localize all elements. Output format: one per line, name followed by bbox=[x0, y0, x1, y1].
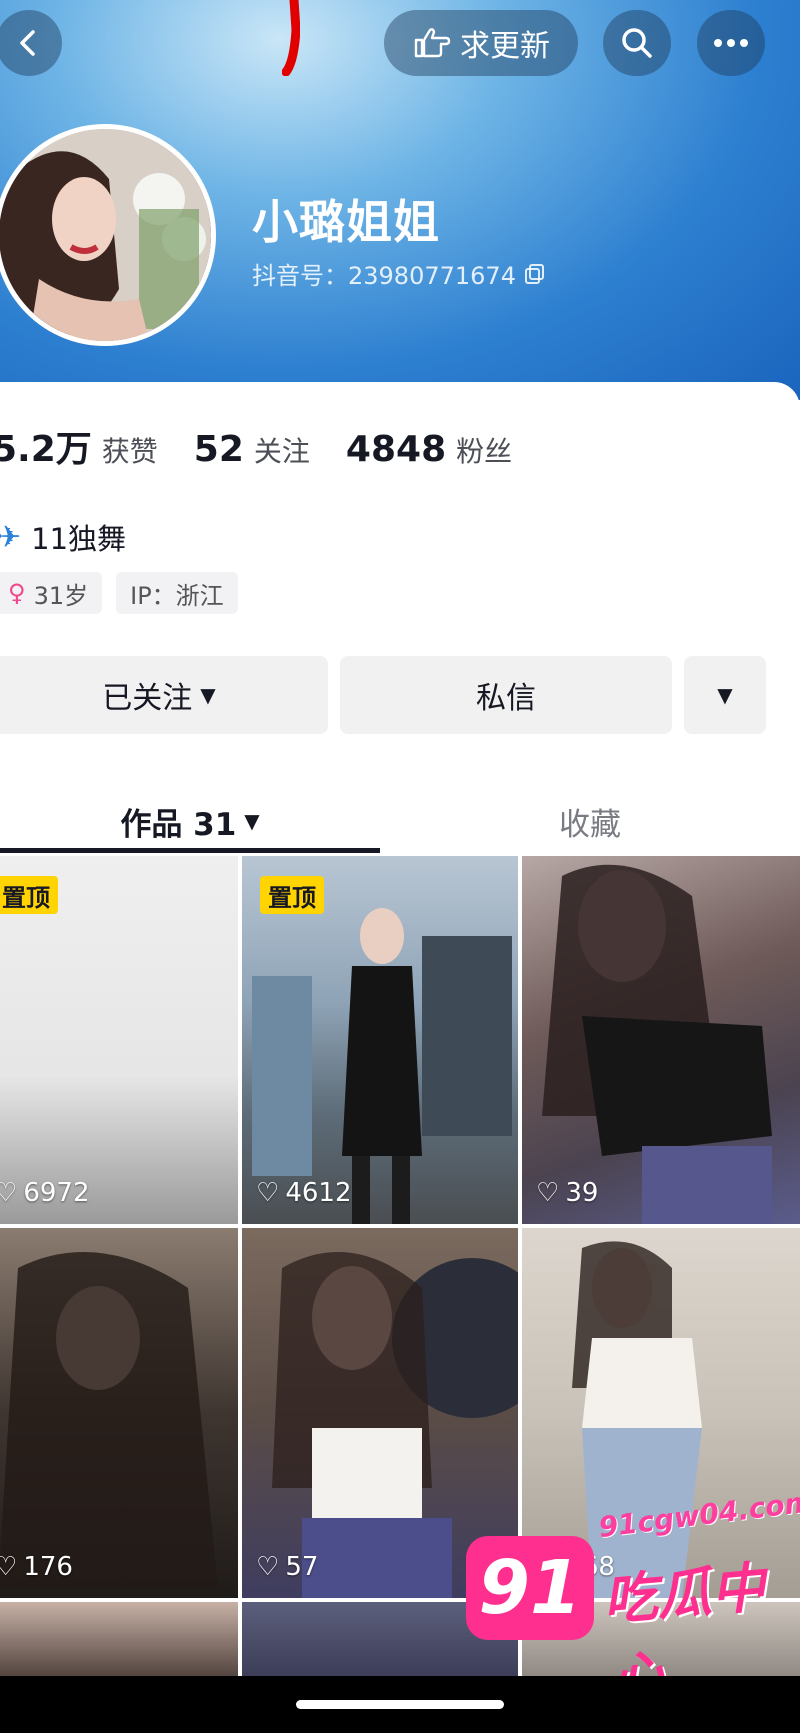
request-update-button[interactable]: 求更新 bbox=[384, 10, 578, 76]
tab-favorites-label: 收藏 bbox=[559, 806, 621, 843]
video-likes: ♡ 6972 bbox=[0, 1178, 89, 1208]
search-icon bbox=[622, 28, 652, 58]
caret-down-icon: ▼ bbox=[244, 809, 260, 833]
content-tabs: 作品 31 ▼ 收藏 bbox=[0, 786, 800, 856]
video-tile[interactable]: ♡ 176 bbox=[0, 1228, 238, 1598]
profile-screen: 求更新 小璐姐姐 抖音号：23980771674 5.2万 获赞 52 关注 4… bbox=[0, 0, 800, 1733]
heart-icon: ♡ bbox=[256, 1178, 280, 1208]
video-likes-count: 39 bbox=[565, 1178, 599, 1208]
heart-icon: ♡ bbox=[0, 1552, 18, 1582]
profile-header: 求更新 小璐姐姐 抖音号：23980771674 bbox=[0, 0, 800, 400]
ip-tag-text: IP：浙江 bbox=[130, 581, 224, 610]
caret-down-icon: ▼ bbox=[717, 683, 733, 707]
douyin-id: 抖音号：23980771674 bbox=[252, 256, 546, 291]
video-likes-count: 6972 bbox=[23, 1178, 90, 1208]
video-likes: ♡ 4612 bbox=[256, 1178, 351, 1208]
stat-followers[interactable]: 4848 粉丝 bbox=[346, 429, 512, 470]
followed-label: 已关注 bbox=[102, 681, 193, 716]
back-chevron-icon bbox=[20, 30, 35, 56]
video-tile[interactable]: ♡ 39 bbox=[522, 856, 800, 1224]
video-likes-count: 4612 bbox=[285, 1178, 352, 1208]
red-pen-mark bbox=[282, 0, 300, 76]
request-update-label: 求更新 bbox=[460, 29, 550, 64]
stat-following[interactable]: 52 关注 bbox=[194, 429, 310, 470]
pinned-badge: 置顶 bbox=[0, 876, 58, 914]
age-tag: ♀ 31岁 bbox=[0, 572, 103, 614]
stat-followers-label: 粉丝 bbox=[456, 435, 513, 468]
tab-works-label: 作品 31 bbox=[120, 806, 237, 843]
stat-followers-value: 4848 bbox=[345, 429, 447, 470]
video-thumbnail bbox=[0, 1252, 218, 1588]
ip-tag: IP：浙江 bbox=[116, 572, 238, 614]
message-button[interactable]: 私信 bbox=[340, 656, 672, 734]
tab-works[interactable]: 作品 31 ▼ bbox=[0, 786, 380, 856]
female-icon: ♀ bbox=[8, 579, 26, 607]
video-likes: ♡ 176 bbox=[0, 1552, 73, 1582]
douyin-id-text: 抖音号：23980771674 bbox=[252, 262, 516, 290]
back-button[interactable] bbox=[0, 10, 62, 76]
watermark-badge: 91 bbox=[466, 1536, 594, 1640]
age-tag-text: 31岁 bbox=[33, 581, 89, 610]
profile-tags: ♀ 31岁 IP：浙江 bbox=[0, 572, 252, 614]
stat-likes-value: 5.2万 bbox=[0, 429, 92, 470]
copy-icon[interactable] bbox=[524, 263, 546, 285]
airplane-icon: ✈ bbox=[0, 519, 22, 555]
watermark: 91cgw04.com 91 吃瓜中心 bbox=[466, 1485, 800, 1711]
video-likes: ♡ 57 bbox=[256, 1552, 318, 1582]
avatar-photo bbox=[0, 129, 211, 341]
search-button[interactable] bbox=[603, 10, 671, 76]
video-tile[interactable]: 置顶 ♡ 4612 bbox=[242, 856, 518, 1224]
heart-icon: ♡ bbox=[256, 1552, 280, 1582]
bio: ✈ 11独舞 bbox=[0, 516, 126, 558]
video-tile[interactable] bbox=[0, 1602, 238, 1682]
followed-button[interactable]: 已关注 ▼ bbox=[0, 656, 328, 734]
caret-down-icon: ▼ bbox=[200, 683, 216, 707]
video-thumbnail bbox=[542, 864, 772, 1224]
tab-favorites[interactable]: 收藏 bbox=[400, 786, 780, 856]
hand-point-icon bbox=[414, 28, 451, 58]
stat-following-value: 52 bbox=[193, 429, 244, 470]
home-indicator[interactable] bbox=[296, 1700, 504, 1709]
bio-text: 11独舞 bbox=[31, 522, 127, 556]
stat-following-label: 关注 bbox=[253, 435, 310, 468]
video-likes-count: 57 bbox=[285, 1552, 319, 1582]
active-tab-indicator bbox=[0, 848, 380, 853]
video-tile[interactable]: 置顶 ♡ 6972 bbox=[0, 856, 238, 1224]
stat-likes-label: 获赞 bbox=[101, 435, 158, 468]
heart-icon: ♡ bbox=[536, 1178, 560, 1208]
recommend-dropdown-button[interactable]: ▼ bbox=[684, 656, 766, 734]
more-dots-icon bbox=[714, 39, 748, 47]
video-likes-count: 176 bbox=[23, 1552, 73, 1582]
more-button[interactable] bbox=[697, 10, 765, 76]
message-label: 私信 bbox=[476, 681, 536, 716]
video-likes: ♡ 39 bbox=[536, 1178, 598, 1208]
heart-icon: ♡ bbox=[0, 1178, 18, 1208]
stats-row: 5.2万 获赞 52 关注 4848 粉丝 bbox=[0, 420, 548, 472]
nickname: 小璐姐姐 bbox=[252, 195, 440, 249]
avatar[interactable] bbox=[0, 124, 216, 346]
pinned-badge: 置顶 bbox=[260, 876, 324, 914]
stat-likes[interactable]: 5.2万 获赞 bbox=[0, 420, 158, 472]
